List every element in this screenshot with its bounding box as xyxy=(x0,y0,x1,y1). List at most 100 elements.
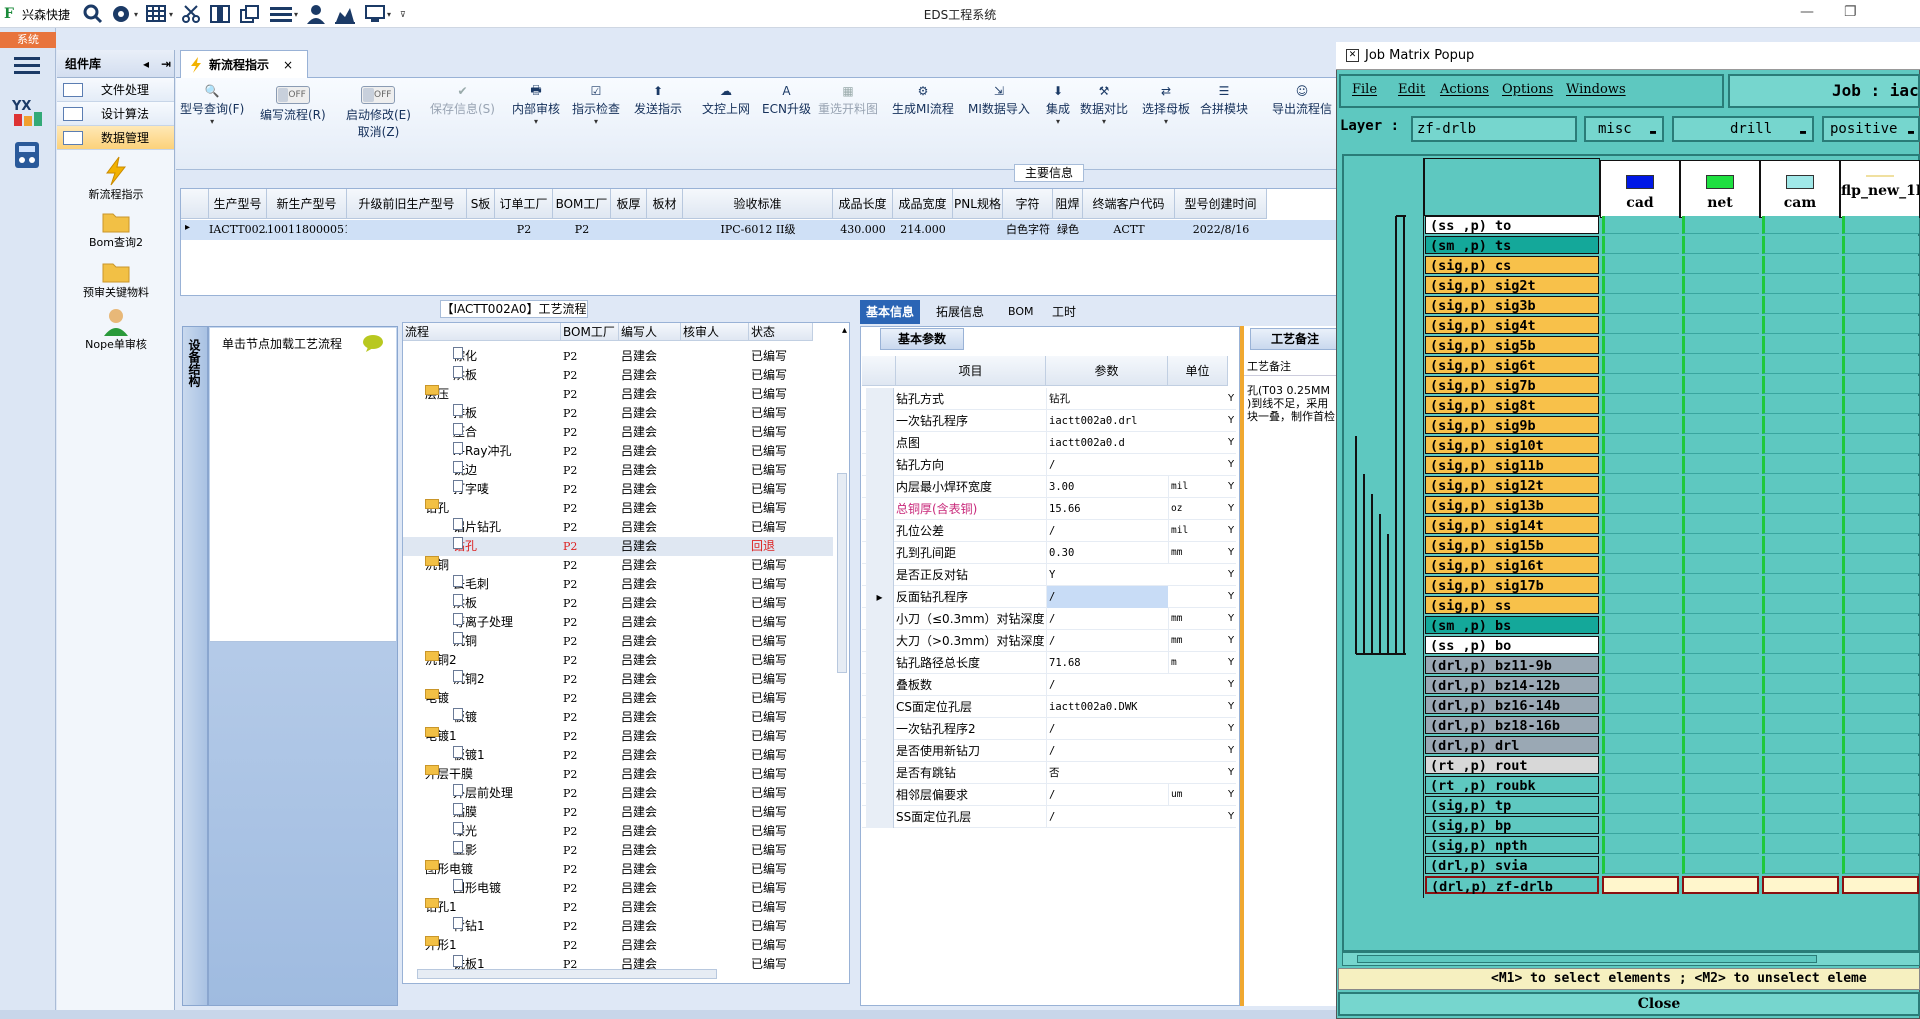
param-row[interactable]: 是否有跳钻 否 Y xyxy=(862,762,1236,784)
param-value[interactable]: / xyxy=(1046,586,1168,608)
tree-row[interactable]: −外层干膜 P2 吕建会 已编写 xyxy=(403,765,833,784)
matrix-cell[interactable] xyxy=(1602,796,1679,814)
matrix-cell[interactable] xyxy=(1842,376,1919,394)
matrix-layer-row[interactable]: (rt ,p) rout xyxy=(1425,756,1599,774)
matrix-cell[interactable] xyxy=(1682,736,1759,754)
grid-col-header[interactable]: 新生产型号 xyxy=(267,189,347,219)
tree-row[interactable]: 等离子处理 P2 吕建会 已编写 xyxy=(403,613,833,632)
process-col-reviewer[interactable]: 核审人 xyxy=(681,323,749,341)
param-row[interactable]: ▸ 反面钻孔程序 / Y xyxy=(862,586,1236,608)
tree-row[interactable]: 铣板1 P2 吕建会 已编写 xyxy=(403,955,833,974)
param-value[interactable]: iactt002a0.DWK xyxy=(1046,696,1168,718)
matrix-cell[interactable] xyxy=(1602,756,1679,774)
matrix-cell[interactable] xyxy=(1842,396,1919,414)
tree-node[interactable]: 烘板 xyxy=(453,366,477,385)
param-row[interactable]: 孔位公差 / mil Y xyxy=(862,520,1236,542)
matrix-cell[interactable] xyxy=(1842,756,1919,774)
process-col-bom-factory[interactable]: BOM工厂 xyxy=(561,323,619,341)
tree-node[interactable]: 排板 xyxy=(453,404,477,423)
tree-row[interactable]: 压合 P2 吕建会 已编写 xyxy=(403,423,833,442)
matrix-cell[interactable] xyxy=(1842,236,1919,254)
mi-import-button[interactable]: ⇲ MI数据导入 xyxy=(968,82,1030,117)
matrix-layer-row[interactable]: (drl,p) bz18-16b xyxy=(1425,716,1599,734)
matrix-layer-row[interactable]: (drl,p) zf-drlb xyxy=(1425,876,1599,895)
tree-node[interactable]: −钻孔 xyxy=(425,499,449,518)
param-value[interactable]: / xyxy=(1046,454,1168,476)
lib-item-data-management[interactable]: 数据管理 xyxy=(57,126,174,150)
tree-node[interactable]: 背钻1 xyxy=(453,917,485,936)
lib-nope-review[interactable]: Nope单审核 xyxy=(57,308,175,352)
tree-node[interactable]: 曝光 xyxy=(453,822,477,841)
tree-row[interactable]: 铣边 P2 吕建会 已编写 xyxy=(403,461,833,480)
matrix-layer-row[interactable]: (sig,p) sig6t xyxy=(1425,356,1599,374)
collapse-left-icon[interactable]: ◂ xyxy=(143,57,149,71)
matrix-cell[interactable] xyxy=(1762,716,1839,734)
matrix-layer-row[interactable]: (sig,p) bp xyxy=(1425,816,1599,834)
tab-basic-info[interactable]: 基本信息 xyxy=(860,300,921,324)
matrix-cell[interactable] xyxy=(1682,236,1759,254)
matrix-layer-row[interactable]: (drl,p) bz16-14b xyxy=(1425,696,1599,714)
matrix-cell[interactable] xyxy=(1682,476,1759,494)
matrix-cell[interactable] xyxy=(1842,316,1919,334)
param-value[interactable]: iactt002a0.d xyxy=(1046,432,1168,454)
matrix-cell[interactable] xyxy=(1842,616,1919,634)
grid-cell[interactable] xyxy=(647,220,683,240)
matrix-cell[interactable] xyxy=(1762,396,1839,414)
param-row[interactable]: 是否使用新钻刀 / Y xyxy=(862,740,1236,762)
matrix-cell[interactable] xyxy=(1682,856,1759,874)
matrix-cell[interactable] xyxy=(1762,336,1839,354)
matrix-cell[interactable] xyxy=(1842,516,1919,534)
tree-node[interactable]: 板镀 xyxy=(453,708,477,727)
matrix-cell[interactable] xyxy=(1842,776,1919,794)
tree-node[interactable]: 板镀1 xyxy=(453,746,485,765)
param-row[interactable]: 钻孔方式 钻孔 Y xyxy=(862,388,1236,410)
matrix-cell[interactable] xyxy=(1682,316,1759,334)
matrix-cell[interactable] xyxy=(1842,656,1919,674)
tree-row[interactable]: 去毛刺 P2 吕建会 已编写 xyxy=(403,575,833,594)
matrix-cell[interactable] xyxy=(1682,376,1759,394)
tree-row[interactable]: 棕化 P2 吕建会 已编写 xyxy=(403,347,833,366)
matrix-layer-row[interactable]: (ss ,p) bo xyxy=(1425,636,1599,654)
matrix-cell[interactable] xyxy=(1762,816,1839,834)
grid-col-header[interactable]: 成品宽度 xyxy=(893,189,953,219)
matrix-cell[interactable] xyxy=(1842,276,1919,294)
grid-cell[interactable]: IACTT002A0 xyxy=(209,220,267,240)
matrix-cell[interactable] xyxy=(1602,396,1679,414)
grid-col-header[interactable]: 阻焊 xyxy=(1053,189,1083,219)
tree-row[interactable]: 板镀 P2 吕建会 已编写 xyxy=(403,708,833,727)
matrix-cell[interactable] xyxy=(1762,316,1839,334)
matrix-layer-row[interactable]: (drl,p) svia xyxy=(1425,856,1599,874)
matrix-cell[interactable] xyxy=(1682,416,1759,434)
tree-row[interactable]: −钻孔 P2 吕建会 已编写 xyxy=(403,499,833,518)
matrix-cell[interactable] xyxy=(1762,276,1839,294)
lib-item-file-processing[interactable]: 文件处理 xyxy=(57,78,174,102)
tree-node[interactable]: −图形电镀 xyxy=(425,860,473,879)
matrix-layer-row[interactable]: (sig,p) sig17b xyxy=(1425,576,1599,594)
tree-node[interactable]: X-Ray冲孔 xyxy=(453,442,511,461)
tree-node[interactable]: 棕化 xyxy=(453,347,477,366)
grid-cell[interactable]: P2 xyxy=(553,220,611,240)
tree-node[interactable]: −层压 xyxy=(425,385,449,404)
matrix-layer-row[interactable]: (sm ,p) ts xyxy=(1425,236,1599,254)
tree-node[interactable]: 外层前处理 xyxy=(453,784,513,803)
tree-row[interactable]: 沉铜 P2 吕建会 已编写 xyxy=(403,632,833,651)
matrix-cell[interactable] xyxy=(1762,456,1839,474)
model-query-button[interactable]: 🔍 型号查询(F) ▾ xyxy=(180,82,244,126)
matrix-cell[interactable] xyxy=(1682,396,1759,414)
param-row[interactable]: 孔到孔间距 0.30 mm Y xyxy=(862,542,1236,564)
grid-cell[interactable] xyxy=(467,220,495,240)
matrix-cell[interactable] xyxy=(1762,876,1839,894)
tree-node[interactable]: −电镀1 xyxy=(425,727,457,746)
tree-node[interactable]: 去毛刺 xyxy=(453,575,489,594)
vertical-scrollbar[interactable] xyxy=(837,473,847,673)
matrix-cell[interactable] xyxy=(1762,616,1839,634)
tree-row[interactable]: −层压 P2 吕建会 已编写 xyxy=(403,385,833,404)
matrix-cell[interactable] xyxy=(1842,636,1919,654)
matrix-cell[interactable] xyxy=(1602,316,1679,334)
matrix-cell[interactable] xyxy=(1602,636,1679,654)
matrix-cell[interactable] xyxy=(1762,496,1839,514)
matrix-cell[interactable] xyxy=(1602,736,1679,754)
merge-module-button[interactable]: ☰ 合拼模块 xyxy=(1200,82,1248,117)
matrix-cell[interactable] xyxy=(1762,216,1839,234)
tree-node[interactable]: 等离子处理 xyxy=(453,613,513,632)
